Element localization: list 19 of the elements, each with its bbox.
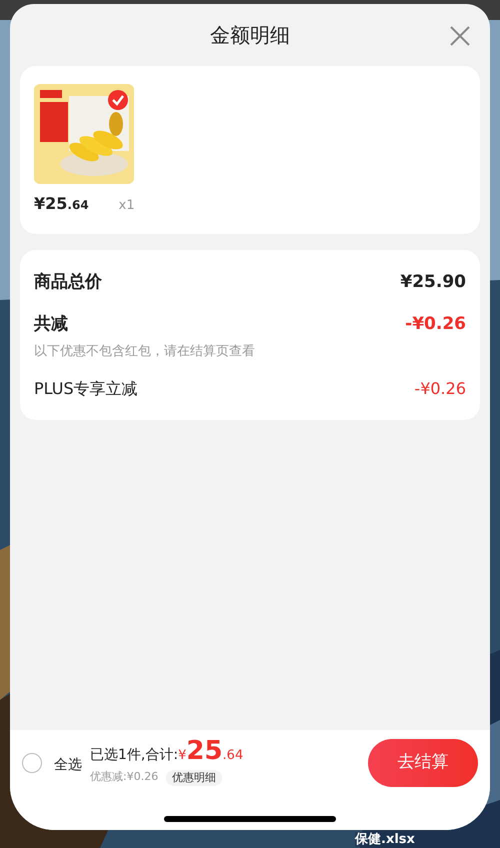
row-label: 商品总价 <box>34 271 102 294</box>
row-label: 共减 <box>34 313 68 336</box>
row-label: PLUS专享立减 <box>34 378 138 400</box>
sheet-title: 金额明细 <box>210 22 290 49</box>
discount-text: 优惠减:¥0.26 <box>90 769 158 786</box>
file-label: 保健.xlsx <box>355 832 415 847</box>
product-quantity: x1 <box>118 197 135 215</box>
checkmark-icon[interactable] <box>108 90 128 110</box>
total-text: 已选1件,合计:¥25.64 <box>90 740 244 768</box>
discount-amount: -¥0.26 <box>405 313 466 336</box>
select-all-checkbox[interactable] <box>22 753 42 773</box>
discount-amount: -¥0.26 <box>414 378 466 400</box>
product-price: ¥25.64 <box>34 193 89 215</box>
discount-detail-button[interactable]: 优惠明细 <box>166 770 222 786</box>
row-amount: ¥25.90 <box>400 271 466 294</box>
discount-note: 以下优惠不包含红包，请在结算页查看 <box>34 343 256 361</box>
select-all-label[interactable]: 全选 <box>54 754 82 776</box>
checkout-button[interactable]: 去结算 <box>368 739 478 787</box>
close-icon[interactable] <box>450 26 470 46</box>
